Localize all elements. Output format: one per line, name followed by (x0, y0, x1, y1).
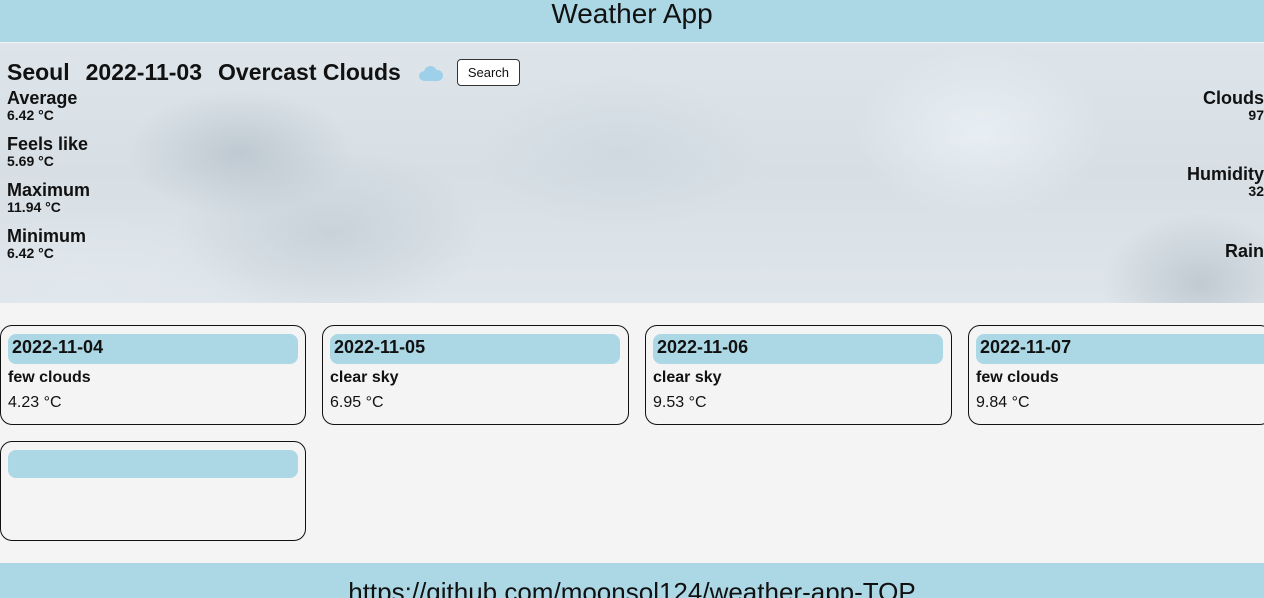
github-link[interactable]: https://github.com/moonsol124/weather-ap… (348, 578, 916, 598)
app-footer: https://github.com/moonsol124/weather-ap… (0, 563, 1264, 598)
stat-value: 11.94 °C (7, 199, 61, 215)
stat-rain: Rain (1187, 242, 1264, 260)
forecast-date (8, 450, 298, 478)
weather-description: Overcast Clouds (218, 59, 401, 85)
forecast-card: 2022-11-07 few clouds 9.84 °C (968, 325, 1264, 425)
stat-value: 5.69 °C (7, 153, 54, 169)
app-title: Weather App (551, 0, 713, 29)
current-date: 2022-11-03 (85, 59, 203, 85)
forecast-date: 2022-11-05 (330, 334, 620, 364)
stat-label: Minimum (7, 226, 86, 246)
stat-label: Clouds (1203, 88, 1264, 108)
forecast-card: 2022-11-04 few clouds 4.23 °C (0, 325, 306, 425)
forecast-card: 2022-11-05 clear sky 6.95 °C (322, 325, 629, 425)
city-name: Seoul (7, 59, 70, 85)
stats-left: Average 6.42 °C Feels like 5.69 °C Maxim… (7, 89, 90, 273)
forecast-date: 2022-11-04 (8, 334, 298, 364)
current-weather-summary: Seoul 2022-11-03 Overcast Clouds Search (7, 59, 521, 86)
stat-label: Rain (1224, 241, 1264, 261)
stat-value: 6.42 °C (7, 107, 54, 123)
forecast-description: clear sky (653, 369, 722, 386)
search-button[interactable]: Search (456, 59, 521, 86)
cloud-icon (417, 65, 443, 81)
forecast-description: few clouds (976, 369, 1059, 386)
stat-average: Average 6.42 °C (7, 89, 90, 124)
stat-minimum: Minimum 6.42 °C (7, 227, 90, 262)
stat-value: 6.42 °C (7, 245, 54, 261)
stat-humidity: Humidity 32 (1187, 165, 1264, 242)
stat-value: 97 (1248, 107, 1264, 123)
stat-label: Humidity (1186, 164, 1264, 184)
stat-maximum: Maximum 11.94 °C (7, 181, 90, 216)
forecast-date: 2022-11-06 (653, 334, 943, 364)
stat-label: Average (7, 88, 78, 108)
forecast-card (0, 441, 306, 541)
forecast-description: few clouds (8, 369, 91, 386)
stat-label: Maximum (7, 180, 91, 200)
stat-feels-like: Feels like 5.69 °C (7, 135, 90, 170)
forecast-description: clear sky (330, 369, 399, 386)
stat-label: Feels like (7, 134, 89, 154)
forecast-date: 2022-11-07 (976, 334, 1264, 364)
forecast-temperature: 6.95 °C (330, 394, 384, 411)
forecast-card: 2022-11-06 clear sky 9.53 °C (645, 325, 952, 425)
forecast-temperature: 9.53 °C (653, 394, 707, 411)
stat-clouds: Clouds 97 (1187, 89, 1264, 165)
stats-right: Clouds 97 Humidity 32 Rain (1187, 89, 1264, 260)
current-weather-panel: Seoul 2022-11-03 Overcast Clouds Search … (0, 43, 1264, 303)
app-header: Weather App (0, 0, 1264, 42)
stat-value: 32 (1248, 183, 1264, 199)
forecast-temperature: 9.84 °C (976, 394, 1030, 411)
forecast-temperature: 4.23 °C (8, 394, 62, 411)
